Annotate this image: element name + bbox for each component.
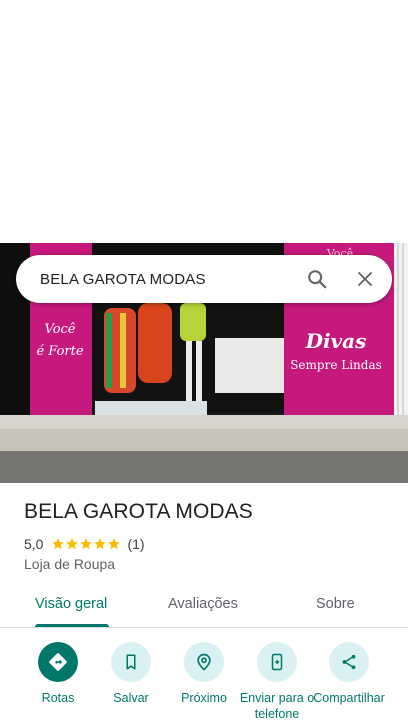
sign-right-line1: Divas (305, 329, 367, 353)
save-label: Salvar (113, 691, 149, 705)
tab-about[interactable]: Sobre (316, 596, 355, 612)
search-bar[interactable]: BELA GAROTA MODAS (16, 255, 392, 303)
nearby-button-circle (184, 642, 224, 682)
star-icon (52, 538, 65, 550)
star-icon (66, 538, 79, 550)
tab-overview[interactable]: Visão geral (35, 596, 107, 612)
rating-stars (51, 537, 121, 551)
place-category: Loja de Roupa (24, 556, 116, 572)
directions-label: Rotas (41, 691, 75, 705)
star-icon (80, 538, 93, 550)
bookmark-icon (126, 654, 136, 670)
share-button-circle (329, 642, 369, 682)
tab-bar: Visão geral Avaliações Sobre (0, 586, 408, 628)
sign-left-line1: Você (45, 322, 76, 337)
directions-button-circle (38, 642, 78, 682)
nearby-icon (197, 653, 211, 671)
review-count[interactable]: (1) (127, 536, 144, 552)
rating-row[interactable]: 5,0 (1) (24, 536, 145, 552)
sign-right-line2: Sempre Lindas (290, 358, 382, 372)
directions-icon (49, 653, 67, 671)
search-input[interactable]: BELA GAROTA MODAS (40, 271, 297, 288)
place-title: BELA GAROTA MODAS (24, 500, 253, 523)
save-button[interactable]: Salvar (91, 642, 171, 706)
close-icon[interactable] (345, 259, 385, 299)
nearby-button[interactable]: Próximo (164, 642, 244, 706)
save-button-circle (111, 642, 151, 682)
send-to-phone-button-circle (257, 642, 297, 682)
search-icon[interactable] (297, 259, 337, 299)
share-icon (342, 654, 356, 670)
send-to-phone-button[interactable]: Enviar para o telefone (237, 642, 317, 722)
send-to-phone-icon (271, 653, 283, 671)
share-button[interactable]: Compartilhar (309, 642, 389, 706)
star-icon (108, 538, 121, 550)
active-tab-indicator (35, 624, 109, 627)
tab-reviews[interactable]: Avaliações (168, 596, 238, 612)
directions-button[interactable]: Rotas (18, 642, 98, 706)
rating-value: 5,0 (24, 536, 44, 552)
sign-left-line2: é Forte (36, 344, 83, 359)
send-to-phone-label: Enviar para o telefone (239, 691, 315, 721)
share-label: Compartilhar (313, 691, 385, 705)
nearby-label: Próximo (181, 691, 227, 705)
star-icon (94, 538, 107, 550)
